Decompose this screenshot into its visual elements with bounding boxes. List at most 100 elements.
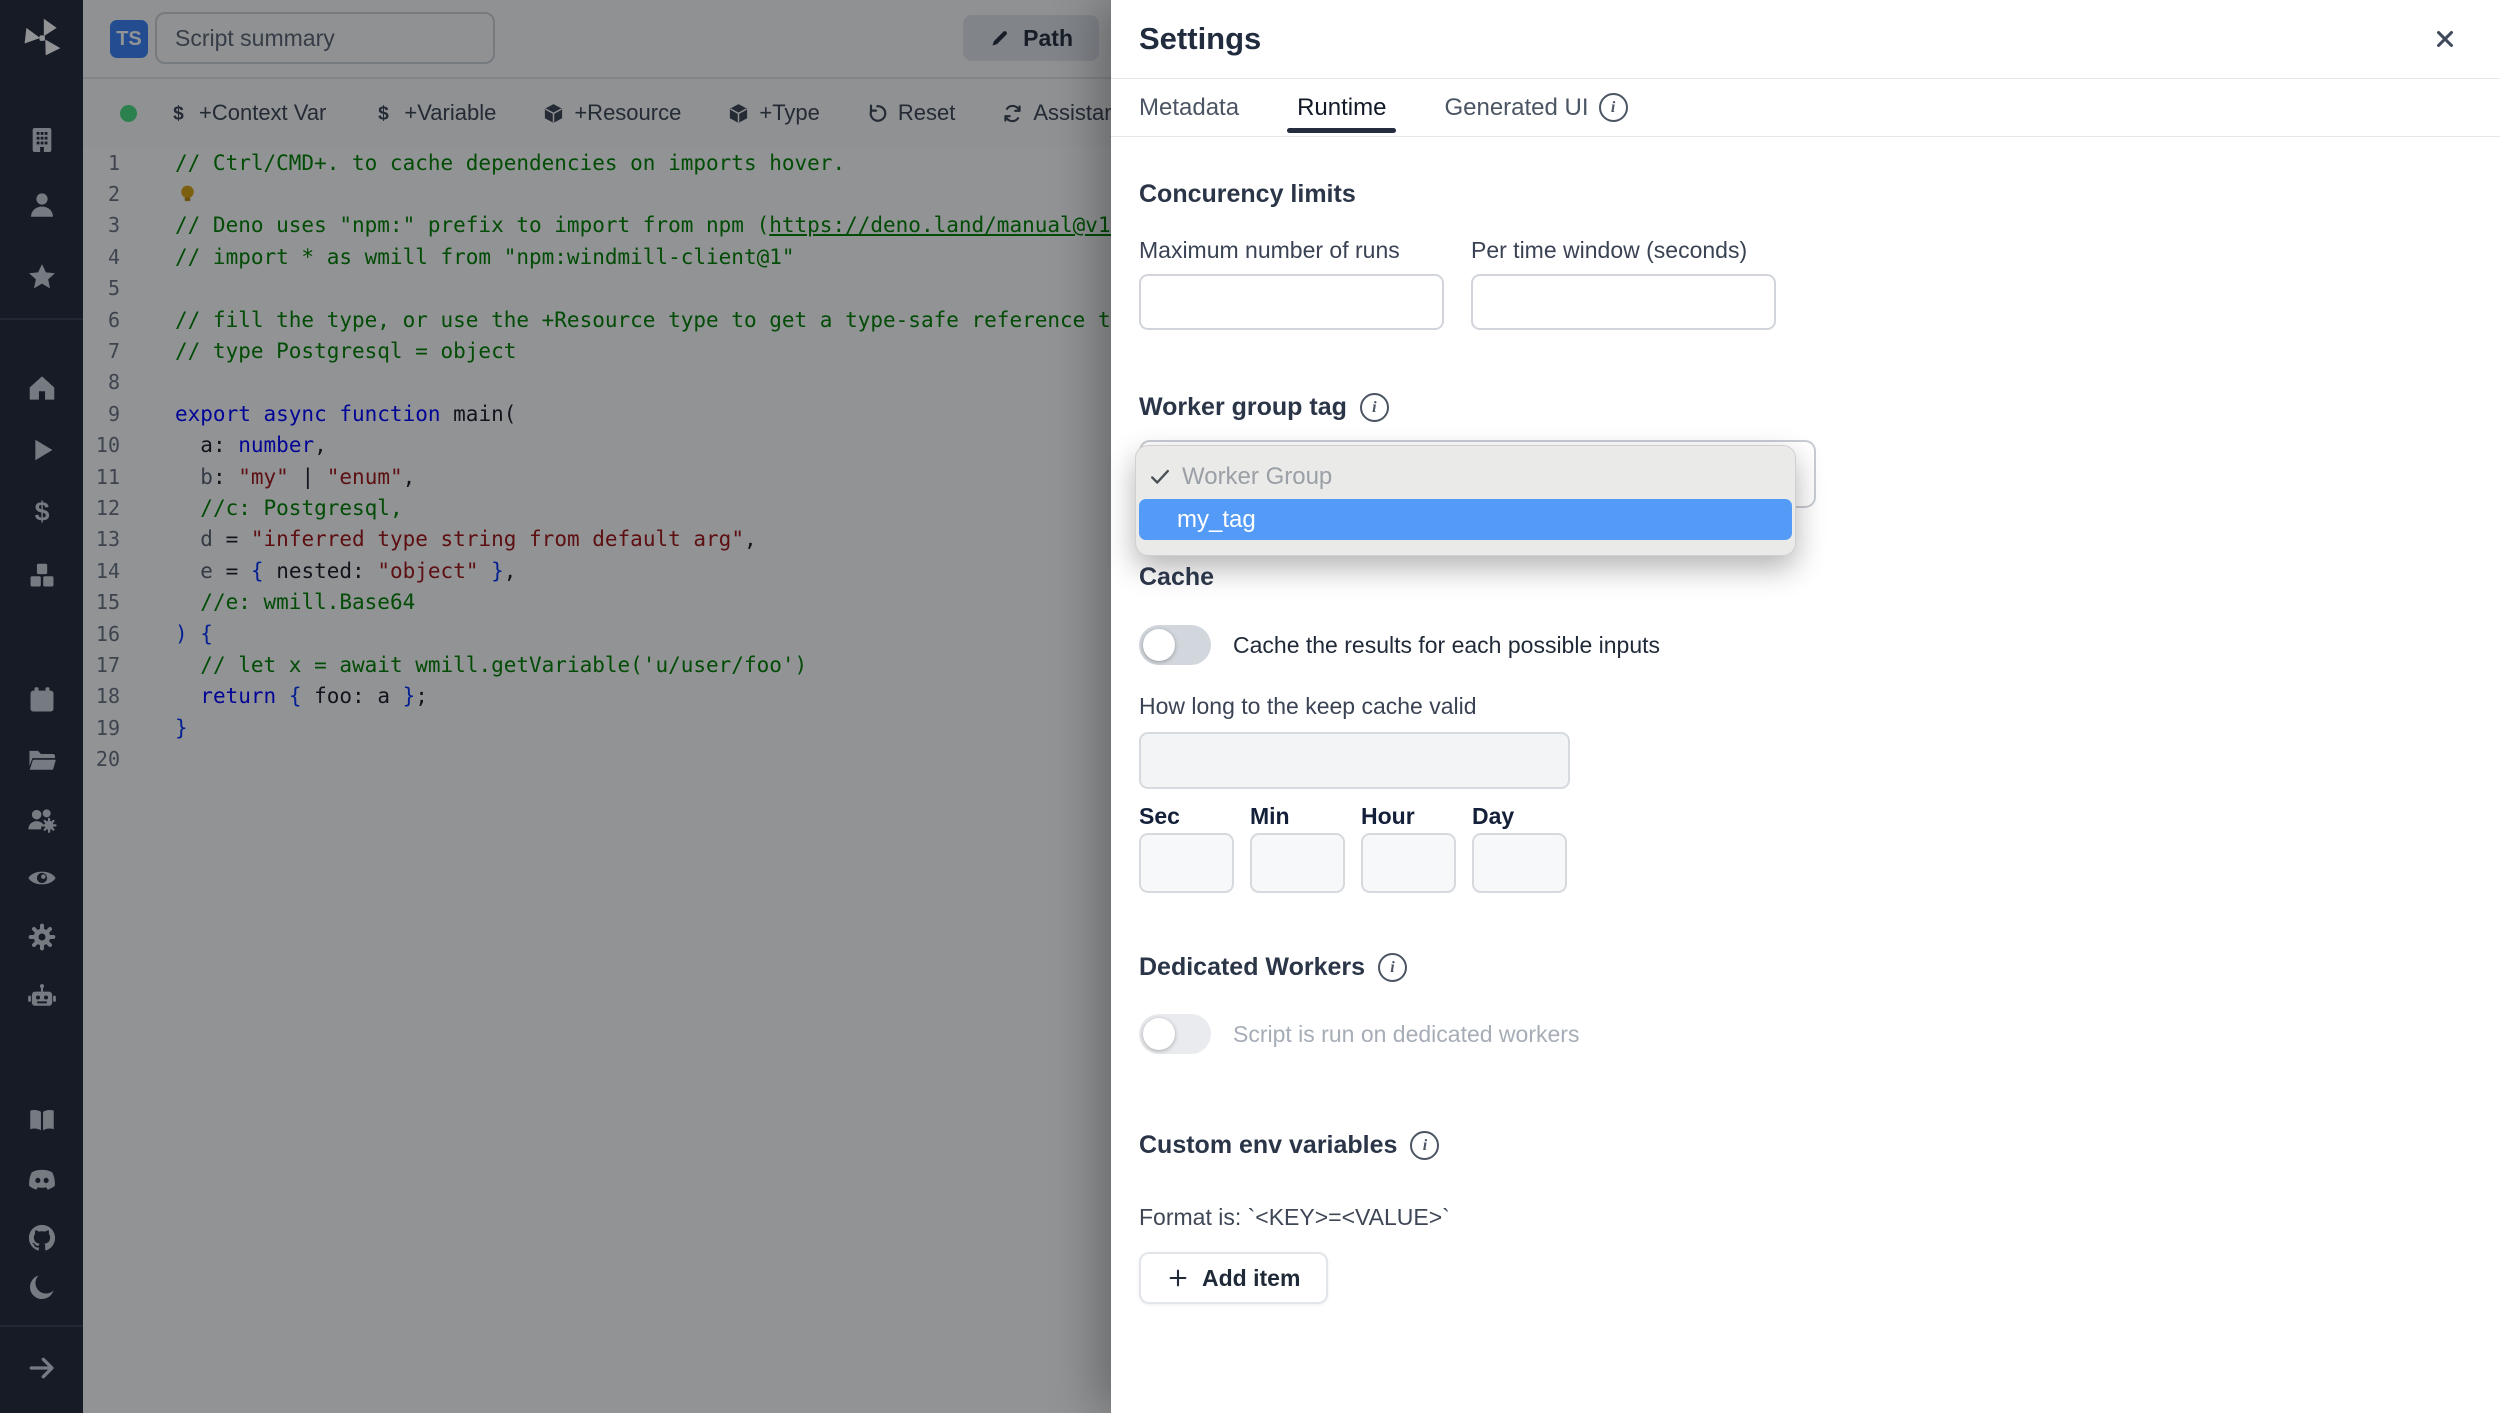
code-line: 14 e = { nested: "object" }, xyxy=(83,555,1111,586)
line-number: 17 xyxy=(95,652,120,677)
settings-header: Settings xyxy=(1111,0,2500,79)
dollar-icon: $ xyxy=(167,102,190,125)
line-number: 11 xyxy=(95,464,120,489)
info-icon[interactable]: i xyxy=(1359,393,1389,422)
dedicated-toggle-row: Script is run on dedicated workers xyxy=(1139,1014,1579,1054)
boxes-icon[interactable] xyxy=(26,559,58,591)
script-summary-placeholder: Script summary xyxy=(175,24,335,51)
cache-duration-input[interactable] xyxy=(1139,732,1570,789)
info-icon[interactable]: i xyxy=(1410,1131,1440,1160)
robot-icon[interactable] xyxy=(26,981,58,1013)
toolbar-button-variable[interactable]: $ +Variable xyxy=(372,100,497,126)
book-icon[interactable] xyxy=(26,1104,58,1136)
close-icon[interactable] xyxy=(2434,28,2456,50)
folder-icon[interactable] xyxy=(26,744,58,776)
sidebar-divider xyxy=(0,318,83,320)
line-number: 2 xyxy=(107,182,120,207)
line-number: 14 xyxy=(95,558,120,583)
line-number: 13 xyxy=(95,527,120,552)
code-line: 9 export async function main( xyxy=(83,398,1111,429)
line-number: 9 xyxy=(107,401,120,426)
moon-icon[interactable] xyxy=(26,1271,58,1303)
github-icon[interactable] xyxy=(26,1222,58,1254)
tab-generated-ui[interactable]: Generated UI i xyxy=(1444,79,1628,136)
dollar-icon[interactable]: $ xyxy=(26,496,58,528)
star-icon[interactable] xyxy=(26,261,58,293)
calendar-icon[interactable] xyxy=(26,684,58,716)
gear-icon[interactable] xyxy=(26,921,58,953)
time-window-input[interactable] xyxy=(1471,274,1776,330)
custom-env-heading: Custom env variables i xyxy=(1139,1131,1440,1160)
dedicated-workers-toggle[interactable] xyxy=(1139,1014,1211,1054)
eye-icon[interactable] xyxy=(26,862,58,894)
cache-toggle[interactable] xyxy=(1139,625,1211,665)
path-button[interactable]: Path xyxy=(963,15,1099,61)
cache-unit-day: Day xyxy=(1472,803,1567,893)
unit-label: Sec xyxy=(1139,803,1180,829)
discord-icon[interactable] xyxy=(26,1164,58,1196)
info-icon[interactable]: i xyxy=(1378,953,1408,982)
unit-input[interactable] xyxy=(1472,833,1567,893)
code-line: 16) { xyxy=(83,618,1111,649)
cache-unit-hour: Hour xyxy=(1361,803,1456,893)
unit-input[interactable] xyxy=(1250,833,1345,893)
line-number: 20 xyxy=(95,747,120,772)
dedicated-workers-heading: Dedicated Workers i xyxy=(1139,953,1408,982)
cache-units: Sec Min Hour Day xyxy=(1139,803,1583,893)
user-group-icon[interactable] xyxy=(26,804,58,836)
toolbar-button-type[interactable]: +Type xyxy=(727,100,820,126)
code-editor[interactable]: 1// Ctrl/CMD+. to cache dependencies on … xyxy=(83,147,1111,1413)
line-number: 7 xyxy=(107,339,120,364)
arrow-right-icon[interactable] xyxy=(26,1352,58,1384)
concurrency-heading: Concurency limits xyxy=(1139,180,1356,208)
settings-tabs: Metadata Runtime Generated UI i xyxy=(1111,79,2500,137)
dropdown-option-worker-group[interactable]: Worker Group xyxy=(1136,454,1795,499)
cache-toggle-row: Cache the results for each possible inpu… xyxy=(1139,625,1660,665)
cache-heading: Cache xyxy=(1139,563,1215,591)
code-line: 1// Ctrl/CMD+. to cache dependencies on … xyxy=(83,147,1111,178)
svg-text:$: $ xyxy=(34,497,49,527)
building-icon[interactable] xyxy=(26,124,58,156)
status-dot xyxy=(120,104,137,122)
line-number: 6 xyxy=(107,307,120,332)
max-runs-label: Maximum number of runs xyxy=(1139,237,1400,263)
line-number: 16 xyxy=(95,621,120,646)
code-line: 18 return { foo: a }; xyxy=(83,681,1111,712)
path-button-label: Path xyxy=(1023,24,1073,51)
worker-group-dropdown: Worker Group my_tag xyxy=(1135,445,1796,556)
unit-label: Day xyxy=(1472,803,1515,829)
sidebar-divider xyxy=(0,1325,83,1327)
cache-unit-sec: Sec xyxy=(1139,803,1234,893)
reset-icon xyxy=(866,102,889,125)
windmill-logo[interactable] xyxy=(20,16,64,60)
cache-toggle-label: Cache the results for each possible inpu… xyxy=(1233,631,1661,658)
dropdown-option-my_tag[interactable]: my_tag xyxy=(1139,499,1792,540)
worker-group-heading: Worker group tag i xyxy=(1139,393,1389,422)
line-number: 1 xyxy=(107,150,120,175)
toolbar-button-resource[interactable]: +Resource xyxy=(542,100,681,126)
line-number: 18 xyxy=(95,684,120,709)
script-summary-input[interactable]: Script summary xyxy=(155,12,495,64)
max-runs-input[interactable] xyxy=(1139,274,1444,330)
cache-unit-min: Min xyxy=(1250,803,1345,893)
toolbar-button-context-var[interactable]: $ +Context Var xyxy=(167,100,326,126)
code-line: 3// Deno uses "npm:" prefix to import fr… xyxy=(83,210,1111,241)
toolbar-button-reset[interactable]: Reset xyxy=(866,100,955,126)
typescript-badge: TS xyxy=(110,20,148,58)
add-item-label: Add item xyxy=(1202,1264,1301,1291)
svg-text:$: $ xyxy=(173,103,184,124)
unit-input[interactable] xyxy=(1361,833,1456,893)
home-icon[interactable] xyxy=(26,372,58,404)
editor-toolbar: $ +Context Var $ +Variable +Resource +Type Res… xyxy=(83,79,1147,147)
unit-label: Min xyxy=(1250,803,1290,829)
tab-runtime[interactable]: Runtime xyxy=(1287,79,1397,136)
code-line: 7// type Postgresql = object xyxy=(83,335,1111,366)
person-icon[interactable] xyxy=(26,189,58,221)
plus-icon xyxy=(1167,1267,1189,1289)
refresh-icon xyxy=(1001,102,1024,125)
play-icon[interactable] xyxy=(26,434,58,466)
unit-input[interactable] xyxy=(1139,833,1234,893)
add-item-button[interactable]: Add item xyxy=(1139,1252,1329,1304)
tab-metadata[interactable]: Metadata xyxy=(1139,79,1239,136)
cube-icon xyxy=(727,102,750,125)
